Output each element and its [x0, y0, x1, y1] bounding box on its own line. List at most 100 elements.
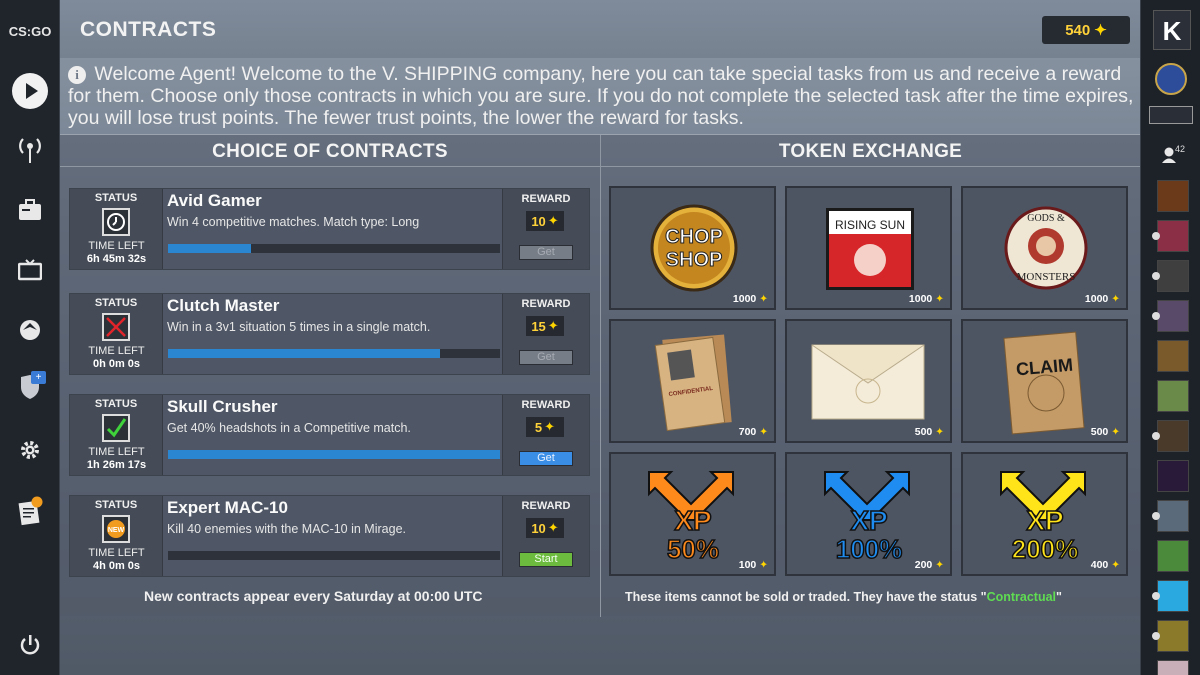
contracts-footer: New contracts appear every Saturday at 0… — [144, 588, 483, 604]
token-item[interactable]: XP 100% 200 ✦ — [785, 452, 952, 576]
star-icon: ✦ — [547, 520, 559, 535]
progress-fill — [168, 349, 441, 358]
profile-avatar[interactable]: K — [1153, 10, 1191, 50]
welcome-text: Welcome Agent! Welcome to the V. SHIPPIN… — [68, 63, 1134, 129]
friend-avatar[interactable] — [1157, 340, 1189, 372]
chop-shop-patch-icon: CHOP SHOP — [650, 204, 738, 292]
token-item[interactable]: 500 ✦ — [785, 319, 952, 443]
star-icon: ✦ — [547, 318, 559, 333]
status-label: STATUS — [94, 192, 138, 204]
contracts-title: CHOICE OF CONTRACTS — [212, 141, 448, 162]
rank-medal-icon[interactable] — [1155, 63, 1187, 95]
operation-icon[interactable] — [15, 315, 45, 345]
contract-reward: REWARD 10 ✦ Get — [502, 189, 589, 269]
friend-avatar[interactable] — [1157, 540, 1189, 572]
contracts-note-icon[interactable] — [15, 496, 45, 526]
contract-progress — [168, 450, 500, 459]
token-item[interactable]: CONFIDENTIAL 700 ✦ — [609, 319, 776, 443]
progress-fill — [168, 450, 500, 459]
contract-description: Get 40% headshots in a Competitive match… — [167, 421, 411, 435]
reward-amount: 10 ✦ — [526, 211, 564, 231]
contract-status: STATUS TIME LEFT 1h 26m 17s — [70, 395, 163, 475]
svg-text:200%: 200% — [1012, 534, 1079, 564]
star-icon: ✦ — [1111, 559, 1120, 571]
contract-progress — [168, 244, 500, 253]
contract-status: STATUS TIME LEFT 6h 45m 32s — [70, 189, 163, 269]
time-left-label: TIME LEFT — [88, 446, 145, 458]
token-item[interactable]: XP 200% 400 ✦ — [961, 452, 1128, 576]
token-price: 1000 ✦ — [1085, 293, 1120, 305]
price-value: 500 — [1090, 426, 1109, 438]
friend-avatar[interactable] — [1157, 620, 1189, 652]
price-value: 700 — [738, 426, 757, 438]
friends-icon[interactable]: 42 — [1161, 144, 1187, 166]
exchange-footer-suffix: " — [1056, 590, 1062, 604]
friend-avatar[interactable] — [1157, 660, 1189, 675]
star-icon: ✦ — [759, 293, 768, 305]
get-button[interactable]: Get — [519, 350, 573, 365]
settings-gear-icon[interactable] — [15, 435, 45, 465]
currency-amount: 540 — [1065, 21, 1091, 39]
inventory-briefcase-icon[interactable] — [15, 195, 45, 225]
contract-status: STATUS TIME LEFT 0h 0m 0s — [70, 294, 163, 374]
star-icon: ✦ — [547, 213, 559, 228]
contractual-status: Contractual — [986, 590, 1057, 604]
start-button[interactable]: Start — [519, 552, 573, 567]
contract-card: STATUS TIME LEFT 1h 26m 17s Skull Crushe… — [69, 394, 590, 476]
friend-avatar[interactable] — [1157, 380, 1189, 412]
token-price: 1000 ✦ — [733, 293, 768, 305]
friend-avatar[interactable] — [1157, 180, 1189, 212]
get-button[interactable]: Get — [519, 451, 573, 466]
svg-text:MONSTERS: MONSTERS — [1017, 271, 1076, 283]
token-price: 1000 ✦ — [909, 293, 944, 305]
contract-name: Avid Gamer — [167, 191, 262, 210]
currency-balance[interactable]: 540 ✦ — [1042, 16, 1130, 44]
contract-card: STATUS TIME LEFT 6h 45m 32s Avid Gamer W… — [69, 188, 590, 270]
svg-text:XP: XP — [1026, 505, 1063, 536]
star-icon: ✦ — [1111, 293, 1120, 305]
watch-tv-icon[interactable] — [15, 255, 45, 285]
friend-avatar[interactable] — [1157, 500, 1189, 532]
token-item[interactable]: RISING SUN 1000 ✦ — [785, 186, 952, 310]
friend-avatar[interactable] — [1157, 220, 1189, 252]
time-left-value: 1h 26m 17s — [86, 459, 147, 471]
top-bar: CONTRACTS 540 ✦ — [60, 0, 1140, 58]
friend-avatar[interactable] — [1157, 300, 1189, 332]
friend-avatar[interactable] — [1157, 260, 1189, 292]
token-item[interactable]: XP 50% 100 ✦ — [609, 452, 776, 576]
status-dot — [1152, 232, 1160, 240]
xp-boost-orange-icon: XP 50% — [648, 471, 734, 565]
status-dot — [1152, 592, 1160, 600]
contract-name: Expert MAC-10 — [167, 498, 288, 517]
time-left-label: TIME LEFT — [88, 547, 145, 559]
gods-and-monsters-patch-icon: GODS & MONSTERS — [1004, 206, 1088, 290]
svg-text:CHOP: CHOP — [665, 226, 723, 248]
friend-avatar[interactable] — [1157, 580, 1189, 612]
skill-group-icon[interactable] — [1149, 106, 1193, 124]
svg-text:100%: 100% — [836, 534, 903, 564]
price-value: 100 — [738, 559, 757, 571]
friend-avatar[interactable] — [1157, 460, 1189, 492]
checkmark-icon — [102, 414, 130, 442]
get-button[interactable]: Get — [519, 245, 573, 260]
friend-avatar[interactable] — [1157, 420, 1189, 452]
status-dot — [1152, 312, 1160, 320]
status-dot — [1152, 512, 1160, 520]
star-icon: ✦ — [935, 293, 944, 305]
token-item[interactable]: CHOP SHOP 1000 ✦ — [609, 186, 776, 310]
claim-envelope-icon: CLAIM — [1003, 331, 1085, 435]
contract-description: Kill 40 enemies with the MAC-10 in Mirag… — [167, 522, 406, 536]
price-value: 500 — [914, 426, 933, 438]
contract-progress — [168, 551, 500, 560]
contract-card: STATUS NEW TIME LEFT 4h 0m 0s Expert MAC… — [69, 495, 590, 577]
welcome-message: i Welcome Agent! Welcome to the V. SHIPP… — [68, 63, 1136, 129]
new-badge-icon: NEW — [102, 515, 130, 543]
broadcast-icon[interactable] — [15, 135, 45, 165]
play-button[interactable] — [12, 73, 48, 109]
contract-info: Skull Crusher Get 40% headshots in a Com… — [167, 397, 502, 435]
token-item[interactable]: GODS & MONSTERS 1000 ✦ — [961, 186, 1128, 310]
token-price: 200 ✦ — [915, 559, 944, 571]
token-item[interactable]: CLAIM 500 ✦ — [961, 319, 1128, 443]
power-icon[interactable] — [15, 630, 45, 660]
column-divider — [600, 135, 601, 617]
